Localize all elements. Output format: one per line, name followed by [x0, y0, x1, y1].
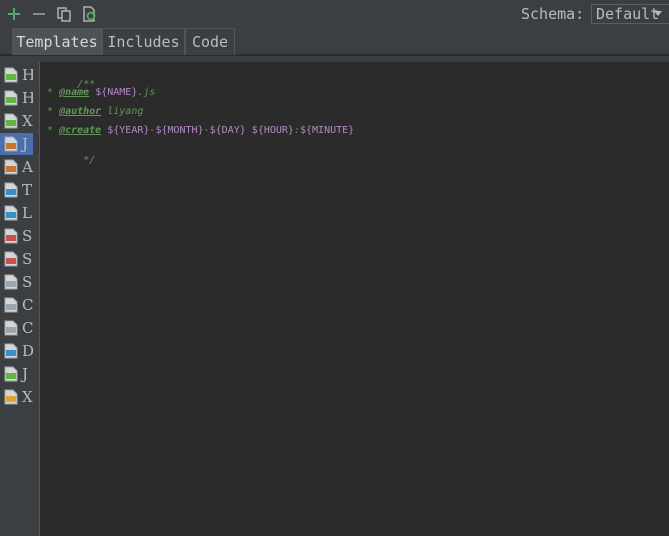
- author-tag: @author: [59, 106, 102, 117]
- name-extension: .js: [137, 87, 156, 98]
- template-list-item-label: S: [22, 250, 33, 268]
- template-list-item-label: C: [22, 319, 33, 337]
- add-icon[interactable]: [5, 4, 23, 24]
- create-tag: @create: [59, 125, 102, 136]
- template-list-item[interactable]: H: [0, 87, 33, 109]
- typescript-file-icon: [4, 182, 18, 198]
- author-value: liyang: [107, 106, 144, 117]
- template-list-item[interactable]: H: [0, 64, 33, 86]
- comment-star: *: [41, 106, 60, 117]
- coffeescript-class-icon: [4, 320, 18, 336]
- template-list-item-label: S: [22, 273, 33, 291]
- template-list-item-label: J: [22, 365, 29, 383]
- name-variable: ${NAME}: [95, 87, 138, 98]
- code-line-4: * @create ${YEAR}-${MONTH}-${DAY} ${HOUR…: [41, 125, 354, 136]
- code-line-3: * @author liyang: [41, 106, 143, 117]
- reset-icon[interactable]: [80, 4, 98, 24]
- name-tag: @name: [59, 87, 90, 98]
- xslt-file-icon: [4, 389, 18, 405]
- template-list-item-label: C: [22, 296, 33, 314]
- template-list-item-label: H: [22, 66, 33, 84]
- scss-file-icon: [4, 251, 18, 267]
- template-list-item[interactable]: C: [0, 317, 33, 339]
- code-line-5: */: [41, 144, 95, 177]
- xhtml-file-icon: [4, 113, 18, 129]
- template-list-item[interactable]: T: [0, 179, 33, 201]
- template-list-item[interactable]: D: [0, 340, 33, 362]
- sass-file-icon: [4, 228, 18, 244]
- tab-templates[interactable]: Templates: [12, 28, 102, 55]
- jade-file-icon: [4, 366, 18, 382]
- minute-variable: ${MINUTE}: [299, 125, 355, 136]
- remove-icon[interactable]: [30, 4, 48, 24]
- html-file-icon: [4, 90, 18, 106]
- tab-code[interactable]: Code: [185, 28, 235, 55]
- schema-label: Schema:: [521, 5, 585, 23]
- tab-includes[interactable]: Includes: [102, 28, 185, 55]
- comment-close: */: [77, 155, 96, 166]
- template-list-item-label: T: [22, 181, 33, 199]
- template-list-item[interactable]: J: [0, 133, 33, 155]
- comment-star: *: [41, 125, 60, 136]
- actionscript-file-icon: [4, 159, 18, 175]
- coffeescript-file-icon: [4, 297, 18, 313]
- comment-star: *: [41, 87, 60, 98]
- month-variable: ${MONTH}: [155, 125, 204, 136]
- template-list-item-label: D: [22, 342, 33, 360]
- stylus-file-icon: [4, 274, 18, 290]
- html-file-icon: [4, 67, 18, 83]
- schema-dropdown-value: Default: [596, 5, 660, 23]
- template-list-item[interactable]: X: [0, 386, 33, 408]
- schema-dropdown[interactable]: Default: [591, 4, 669, 24]
- template-list-item-label: X: [22, 112, 33, 130]
- dart-file-icon: [4, 343, 18, 359]
- template-list-item-label: L: [22, 204, 32, 222]
- template-list-item[interactable]: S: [0, 225, 33, 247]
- day-variable: ${DAY}: [209, 125, 246, 136]
- year-variable: ${YEAR}: [107, 125, 150, 136]
- tab-includes-label: Includes: [107, 33, 180, 51]
- chevron-down-icon: [654, 11, 662, 16]
- template-list-item-label: A: [22, 158, 33, 176]
- tab-templates-label: Templates: [16, 33, 98, 51]
- template-list-item[interactable]: S: [0, 248, 33, 270]
- template-list-item-label: S: [22, 227, 33, 245]
- template-list-item[interactable]: S: [0, 271, 33, 293]
- template-editor[interactable]: /** * @name ${NAME}.js * @author liyang …: [39, 62, 669, 536]
- tab-code-label: Code: [191, 33, 229, 51]
- file-templates-panel: Schema: Default Templates Includes Code …: [0, 0, 669, 536]
- code-line-2: * @name ${NAME}.js: [41, 87, 155, 98]
- template-list-item-label: J: [22, 135, 29, 153]
- toolbar: Schema: Default: [0, 0, 669, 28]
- less-file-icon: [4, 205, 18, 221]
- template-list-item[interactable]: X: [0, 110, 33, 132]
- template-list-item[interactable]: C: [0, 294, 33, 316]
- javascript-file-icon: [4, 136, 18, 152]
- template-list-item[interactable]: J: [0, 363, 33, 385]
- template-list-item[interactable]: A: [0, 156, 33, 178]
- template-list-item[interactable]: L: [0, 202, 33, 224]
- template-list-item-label: X: [22, 388, 33, 406]
- template-list[interactable]: HHXJATLSSSCCDJX: [0, 62, 33, 536]
- template-list-item-label: H: [22, 89, 33, 107]
- copy-icon[interactable]: [55, 4, 73, 24]
- hour-variable: ${HOUR}: [251, 125, 294, 136]
